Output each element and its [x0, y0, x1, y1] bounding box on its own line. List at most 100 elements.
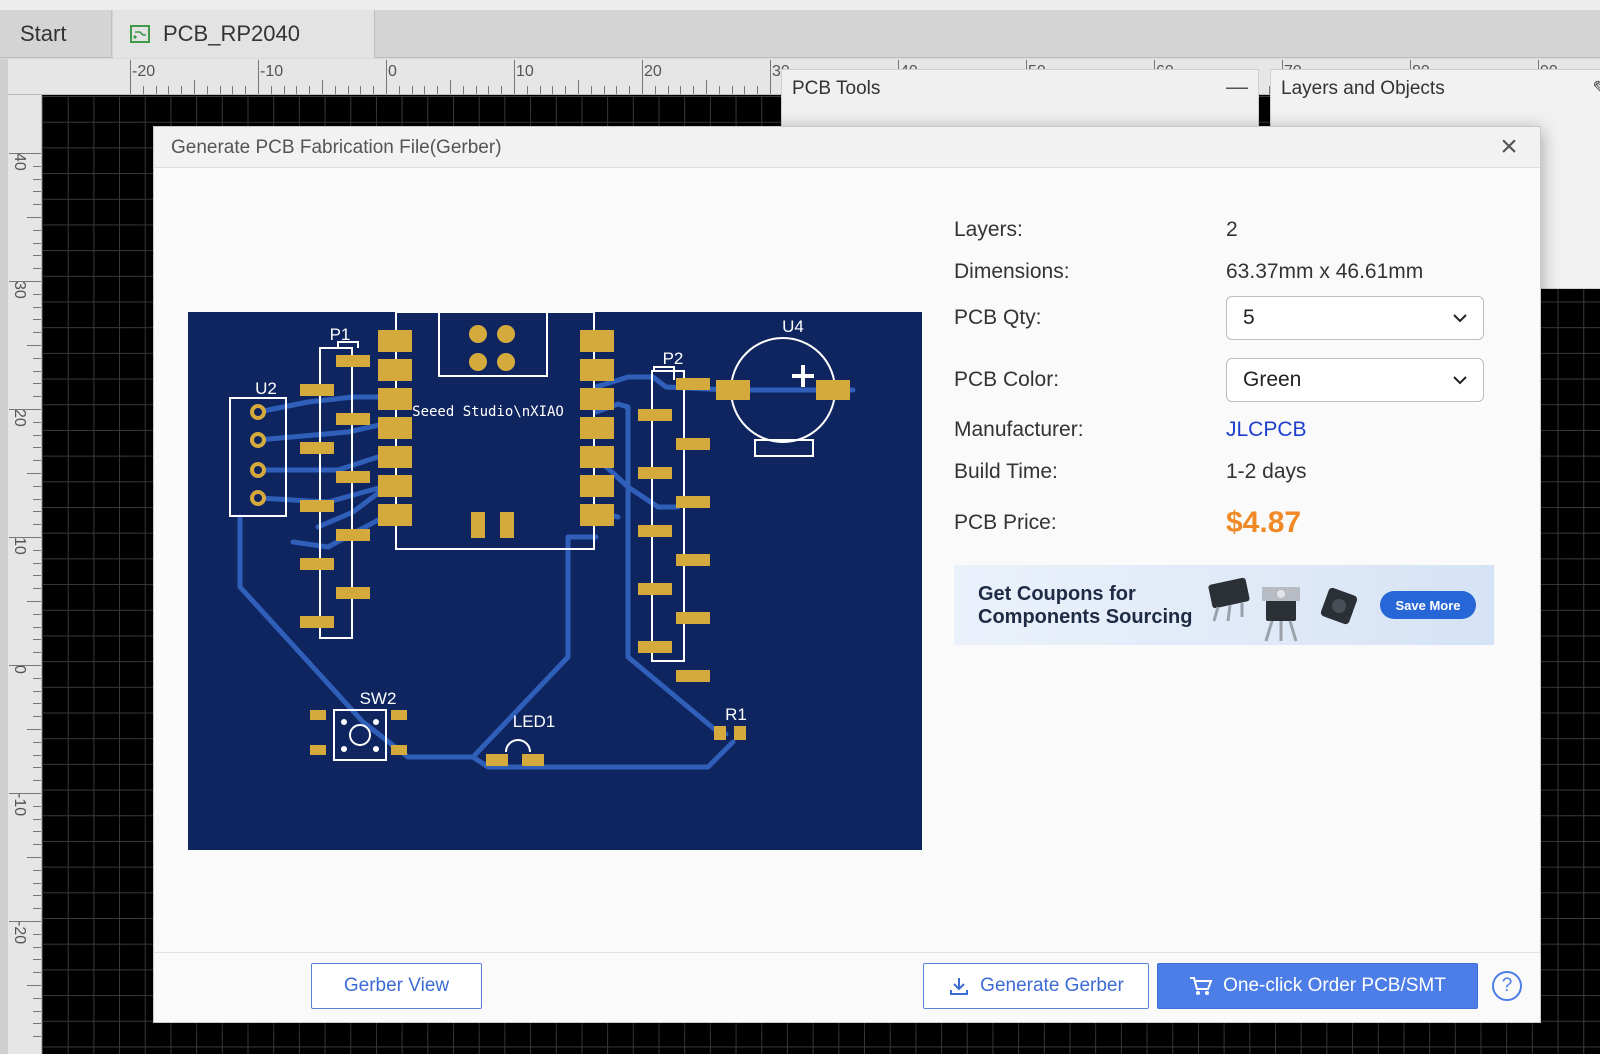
- ruler-tick: [33, 895, 41, 897]
- designator-sw2: SW2: [360, 689, 397, 708]
- ruler-tick: [386, 60, 387, 94]
- pin-icon[interactable]: ✎: [1592, 76, 1600, 101]
- ruler-tick: [33, 229, 41, 231]
- pad: [676, 612, 710, 624]
- ruler-tick: [616, 86, 618, 94]
- pcb-preview: Seeed Studio\nXIAO U2 P1 SW2 LED1 P2 U4 …: [188, 312, 922, 850]
- pad: [580, 359, 614, 381]
- qty-select[interactable]: 5: [1226, 296, 1484, 340]
- generate-gerber-button[interactable]: Generate Gerber: [923, 963, 1149, 1009]
- pad: [336, 413, 370, 425]
- ruler-tick: [33, 370, 41, 372]
- info-row-manufacturer: Manufacturer: JLCPCB: [954, 410, 1307, 450]
- ruler-tick: [424, 86, 426, 94]
- price-label: PCB Price:: [954, 511, 1057, 534]
- designator-u2: U2: [255, 379, 277, 398]
- silkscreen-label: Seeed Studio\nXIAO: [412, 404, 564, 420]
- pad: [378, 359, 412, 381]
- ruler-tick: [33, 741, 41, 743]
- tab-start[interactable]: Start: [0, 10, 112, 58]
- ruler-tick: [718, 86, 720, 94]
- designator-p2: P2: [663, 349, 684, 368]
- designator-u4: U4: [782, 317, 804, 336]
- manufacturer-label: Manufacturer:: [954, 418, 1084, 441]
- ruler-tick: [33, 319, 41, 321]
- minimize-icon[interactable]: —: [1226, 74, 1248, 100]
- ruler-tick: [731, 86, 733, 94]
- layers-label: Layers:: [954, 218, 1023, 241]
- ruler-tick: [33, 677, 41, 679]
- ruler-tick: [590, 86, 592, 94]
- pad: [378, 417, 412, 439]
- ruler-tick: [514, 60, 515, 94]
- ruler-tick: [206, 86, 208, 94]
- ruler-tick-label: 20: [644, 63, 662, 80]
- pad: [300, 558, 334, 570]
- ruler-tick: [744, 86, 746, 94]
- ruler-tick: [667, 86, 669, 94]
- save-more-button[interactable]: Save More: [1380, 591, 1476, 619]
- pad: [638, 525, 672, 537]
- ruler-tick: [603, 86, 605, 94]
- ruler-tick: [398, 86, 400, 94]
- ruler-tick: [33, 844, 41, 846]
- pad: [638, 583, 672, 595]
- ruler-tick: [629, 86, 631, 94]
- ruler-tick: [232, 86, 234, 94]
- ruler-tick: [360, 86, 362, 94]
- help-icon[interactable]: ?: [1492, 971, 1522, 1001]
- left-collapse-strip[interactable]: [0, 59, 8, 1054]
- color-select-value: Green: [1243, 368, 1302, 391]
- ruler-tick: [334, 86, 336, 94]
- coupon-banner[interactable]: Get Coupons for Components Sourcing Save…: [954, 565, 1494, 645]
- ruler-tick: [245, 86, 247, 94]
- ruler-tick: [33, 562, 41, 564]
- manufacturer-link[interactable]: JLCPCB: [1226, 418, 1307, 442]
- coupon-line-1: Get Coupons for: [978, 583, 1136, 605]
- ruler-tick: [475, 86, 477, 94]
- ruler-tick: [33, 421, 41, 423]
- layers-objects-title: Layers and Objects: [1281, 78, 1445, 99]
- chevron-down-icon: [1453, 314, 1467, 323]
- one-click-order-button[interactable]: One-click Order PCB/SMT: [1157, 963, 1478, 1009]
- ruler-tick: [33, 383, 41, 385]
- ruler-tick: [270, 86, 272, 94]
- ruler-tick: [437, 86, 439, 94]
- info-row-build-time: Build Time: 1-2 days: [954, 452, 1307, 492]
- ruler-tick: [9, 537, 41, 538]
- ruler-tick-label: 0: [388, 63, 397, 80]
- title-strip: [0, 0, 1600, 10]
- dimensions-value: 63.37mm x 46.61mm: [1226, 260, 1424, 283]
- ruler-tick: [33, 549, 41, 551]
- color-select[interactable]: Green: [1226, 358, 1484, 402]
- one-click-order-label: One-click Order PCB/SMT: [1223, 975, 1446, 996]
- ruler-tick: [33, 447, 41, 449]
- ruler-tick: [33, 165, 41, 167]
- ruler-tick-label: 10: [11, 537, 28, 555]
- ruler-tick: [9, 409, 41, 410]
- ruler-tick: [33, 882, 41, 884]
- ruler-tick: [33, 703, 41, 705]
- ruler-tick: [9, 281, 41, 282]
- ruler-tick: [33, 332, 41, 334]
- tab-pcb-rp2040[interactable]: PCB_RP2040: [113, 10, 375, 58]
- price-value: $4.87: [1226, 506, 1302, 539]
- ruler-tick: [27, 473, 41, 474]
- ruler-tick: [9, 665, 41, 666]
- pad: [580, 446, 614, 468]
- pad: [336, 529, 370, 541]
- ruler-tick: [33, 754, 41, 756]
- ruler-tick: [680, 86, 682, 94]
- pad: [336, 587, 370, 599]
- gerber-view-button[interactable]: Gerber View: [311, 963, 482, 1009]
- ruler-tick: [757, 86, 759, 94]
- ruler-tick: [33, 869, 41, 871]
- dialog-title: Generate PCB Fabrication File(Gerber): [171, 137, 502, 158]
- ruler-tick: [501, 86, 503, 94]
- ruler-tick: [33, 434, 41, 436]
- designator-led1: LED1: [513, 712, 556, 731]
- pad: [580, 475, 614, 497]
- ruler-tick: [450, 80, 451, 94]
- layers-value: 2: [1226, 218, 1238, 241]
- close-icon[interactable]: ×: [1494, 132, 1524, 162]
